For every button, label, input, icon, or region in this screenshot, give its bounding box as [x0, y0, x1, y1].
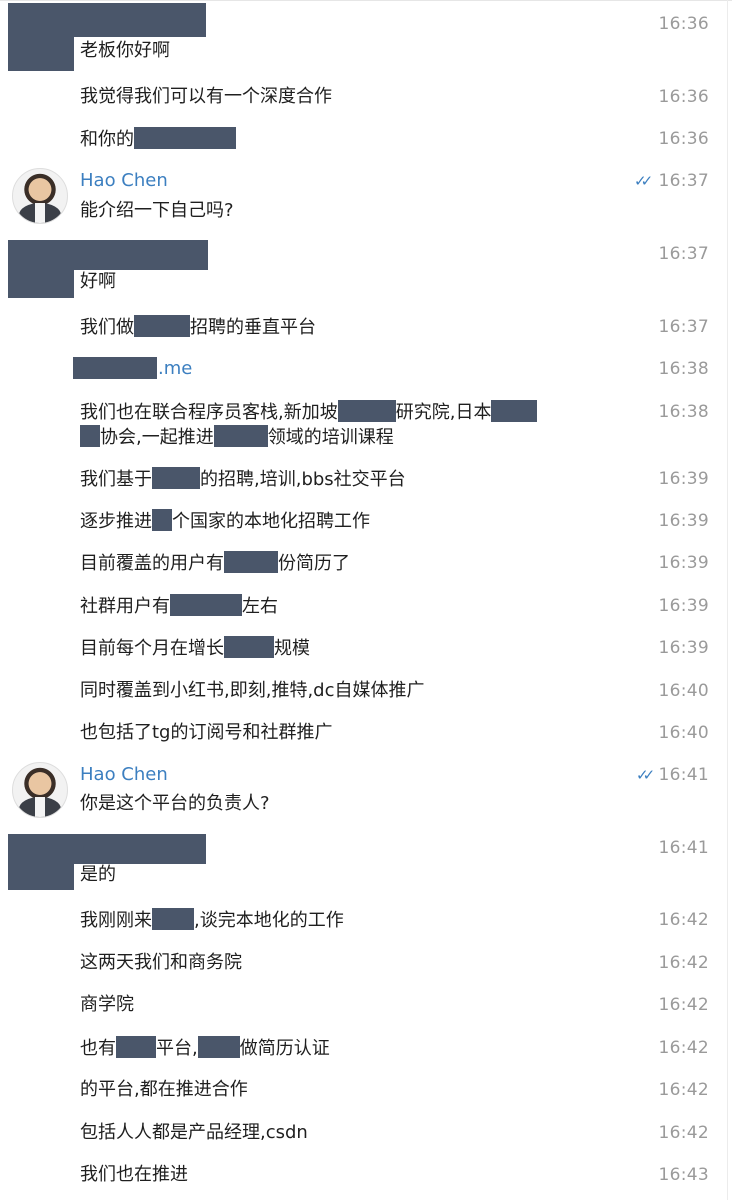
- message-link[interactable]: .me: [158, 357, 192, 381]
- message-time: 16:42: [658, 953, 709, 973]
- message-time: 16:37: [658, 171, 709, 191]
- message-fragment: 左右: [242, 596, 278, 617]
- message-text: 也包括了tg的订阅号和社群推广: [80, 722, 333, 743]
- message-text: 协会,一起推进 领域的培训课程: [80, 425, 394, 450]
- message-fragment: 协会,一起推进: [100, 427, 214, 448]
- message-fragment: 目前覆盖的用户有: [80, 553, 224, 574]
- message-fragment: 我们做: [80, 317, 134, 338]
- redacted-text: [116, 1036, 156, 1058]
- redacted-avatar: [8, 834, 74, 890]
- redacted-text: [134, 315, 190, 337]
- message-text: 这两天我们和商务院: [80, 952, 242, 973]
- top-border: [0, 0, 732, 1]
- message-time: 16:39: [658, 469, 709, 489]
- message-time: 16:42: [658, 995, 709, 1015]
- message-fragment: 的招聘,培训,bbs社交平台: [200, 469, 406, 490]
- message-time: 16:37: [658, 317, 709, 337]
- message-text: 社群用户有 左右: [80, 594, 278, 619]
- redacted-text: [224, 636, 274, 658]
- redacted-text: [152, 509, 172, 531]
- message-time: 16:39: [658, 596, 709, 616]
- message-fragment: 招聘的垂直平台: [190, 317, 316, 338]
- message-fragment: ,谈完本地化的工作: [194, 910, 344, 931]
- message-fragment: 社群用户有: [80, 596, 170, 617]
- double-check-icon: ✓✓: [636, 766, 655, 784]
- message-fragment: 和你的: [80, 129, 134, 150]
- message-time: 16:39: [658, 511, 709, 531]
- message-time: 16:42: [658, 910, 709, 930]
- double-check-icon: ✓✓: [634, 172, 653, 190]
- message-text: 商学院: [80, 994, 134, 1015]
- message-text: 我们做 招聘的垂直平台: [80, 315, 316, 340]
- message-fragment: 规模: [274, 638, 310, 659]
- message-time: 16:43: [658, 1165, 709, 1185]
- message-text: 好啊: [80, 271, 116, 292]
- redacted-avatar: [8, 3, 74, 71]
- redacted-text: [80, 425, 100, 447]
- message-text: 我们也在联合程序员客栈,新加坡 研究院,日本: [80, 400, 538, 425]
- redacted-text: [213, 425, 268, 447]
- message-text: 目前覆盖的用户有 份简历了: [80, 551, 350, 576]
- message-time: 16:39: [658, 638, 709, 658]
- message-fragment: 做简历认证: [239, 1038, 330, 1059]
- avatar[interactable]: [12, 762, 68, 818]
- redacted-text: [170, 594, 242, 616]
- redacted-text: [224, 551, 278, 573]
- message-time: 16:40: [658, 681, 709, 701]
- message-fragment: 份简历了: [278, 553, 350, 574]
- message-text: 我觉得我们可以有一个深度合作: [80, 86, 332, 107]
- redacted-avatar: [8, 240, 74, 298]
- message-time: 16:38: [658, 359, 709, 379]
- redacted-text: [152, 908, 194, 930]
- redacted-text: [152, 467, 200, 489]
- message-fragment: 领域的培训课程: [267, 427, 394, 448]
- message-text: 我们基于 的招聘,培训,bbs社交平台: [80, 467, 406, 492]
- message-fragment: 目前每个月在增长: [80, 638, 224, 659]
- message-text: 我们也在推进: [80, 1164, 188, 1185]
- message-fragment: 个国家的本地化招聘工作: [172, 511, 370, 532]
- message-time: 16:36: [658, 87, 709, 107]
- scroll-edge: [727, 0, 728, 1200]
- message-fragment: 也有: [80, 1038, 116, 1059]
- message-text: 我刚刚来 ,谈完本地化的工作: [80, 908, 344, 933]
- message-text: 也有 平台, 做简历认证: [80, 1036, 330, 1061]
- message-text: 能介绍一下自己吗?: [80, 200, 234, 221]
- message-fragment: 逐步推进: [80, 511, 152, 532]
- message-fragment: 我们基于: [80, 469, 152, 490]
- message-text: 逐步推进 个国家的本地化招聘工作: [80, 509, 370, 534]
- redacted-text: [134, 127, 236, 149]
- sender-name[interactable]: Hao Chen: [80, 170, 168, 191]
- message-text: 和你的: [80, 127, 236, 152]
- message-text: 目前每个月在增长 规模: [80, 636, 310, 661]
- message-time: 16:39: [658, 553, 709, 573]
- message-time: 16:42: [658, 1080, 709, 1100]
- message-text: 包括人人都是产品经理,csdn: [80, 1122, 308, 1143]
- redacted-text: [491, 400, 538, 422]
- message-time: 16:40: [658, 723, 709, 743]
- message-fragment: 研究院,日本: [395, 402, 492, 423]
- message-fragment: 平台,: [156, 1038, 198, 1059]
- sender-name[interactable]: Hao Chen: [80, 764, 168, 785]
- message-time: 16:36: [658, 14, 709, 34]
- redacted-text: [337, 400, 396, 422]
- message-text: 同时覆盖到小红书,即刻,推特,dc自媒体推广: [80, 680, 425, 701]
- message-text: 的平台,都在推进合作: [80, 1079, 248, 1100]
- message-time: 16:42: [658, 1123, 709, 1143]
- message-text: 你是这个平台的负责人?: [80, 793, 270, 814]
- message-text: 老板你好啊: [80, 40, 170, 61]
- message-time: 16:41: [658, 838, 709, 858]
- avatar[interactable]: [12, 168, 68, 224]
- message-time: 16:37: [658, 244, 709, 264]
- redacted-text: [197, 1036, 240, 1058]
- message-fragment: 我们也在联合程序员客栈,新加坡: [80, 402, 338, 423]
- message-time: 16:38: [658, 402, 709, 422]
- message-text: 是的: [80, 864, 116, 885]
- redacted-text: [73, 357, 157, 379]
- message-fragment: 我刚刚来: [80, 910, 152, 931]
- message-time: 16:42: [658, 1038, 709, 1058]
- message-time: 16:41: [658, 765, 709, 785]
- message-time: 16:36: [658, 129, 709, 149]
